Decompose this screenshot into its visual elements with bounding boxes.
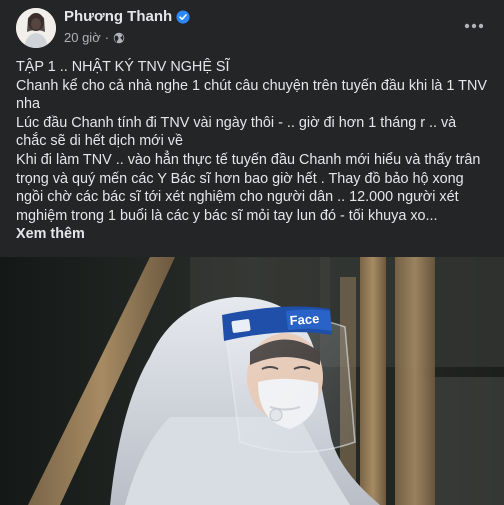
post-header: Phương Thanh 20 giờ · bbox=[0, 0, 504, 52]
see-more-link[interactable]: Xem thêm bbox=[16, 226, 85, 242]
post-photo[interactable]: Face bbox=[0, 257, 504, 505]
avatar-image bbox=[16, 8, 56, 48]
post-line-intro: Chanh kể cho cả nhà nghe 1 chút câu chuy… bbox=[16, 77, 487, 113]
post-timestamp[interactable]: 20 giờ bbox=[64, 30, 101, 45]
face-shield-label: Face bbox=[289, 311, 320, 328]
author-avatar[interactable] bbox=[16, 8, 56, 48]
globe-icon[interactable] bbox=[113, 32, 125, 44]
more-options-icon bbox=[464, 23, 484, 29]
volunteer-photo: Face bbox=[0, 257, 504, 505]
author-name-link[interactable]: Phương Thanh bbox=[64, 8, 190, 25]
post-line-story: Khi đi làm TNV .. vào hẳn thực tế tuyến … bbox=[16, 151, 481, 224]
meta-separator: · bbox=[104, 30, 110, 45]
post-text: TẬP 1 .. NHẬT KÝ TNV NGHỆ SĨ Chanh kể ch… bbox=[16, 58, 490, 244]
post-line-duration: Lúc đầu Chanh tính đi TNV vài ngày thôi … bbox=[16, 114, 457, 150]
verified-badge-icon bbox=[176, 9, 190, 24]
post-meta: 20 giờ · bbox=[64, 30, 125, 45]
post-line-title: TẬP 1 .. NHẬT KÝ TNV NGHỆ SĨ bbox=[16, 59, 230, 75]
more-options-button[interactable] bbox=[458, 10, 490, 42]
author-name: Phương Thanh bbox=[64, 8, 173, 25]
